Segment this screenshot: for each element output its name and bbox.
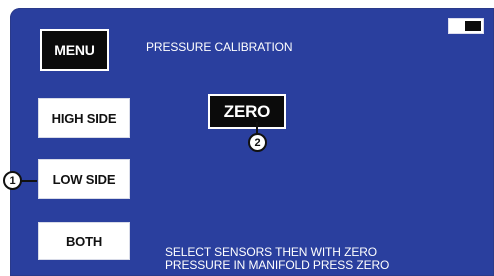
- instructions-line-2: PRESSURE IN MANIFOLD PRESS ZERO: [165, 258, 390, 272]
- menu-button[interactable]: MENU: [40, 29, 109, 71]
- high-side-button[interactable]: HIGH SIDE: [38, 98, 130, 138]
- callout-2-marker: 2: [248, 133, 267, 152]
- page-title: PRESSURE CALIBRATION: [146, 40, 293, 54]
- callout-1-leader: [21, 180, 37, 182]
- instructions-text: SELECT SENSORS THEN WITH ZERO PRESSURE I…: [165, 246, 389, 272]
- device-frame: MENU PRESSURE CALIBRATION HIGH SIDE ZERO…: [0, 0, 494, 276]
- callout-1-marker: 1: [3, 171, 22, 190]
- both-button[interactable]: BOTH: [38, 222, 130, 260]
- battery-icon: [448, 18, 484, 34]
- low-side-button[interactable]: LOW SIDE: [38, 159, 130, 199]
- zero-button[interactable]: ZERO: [208, 94, 286, 129]
- battery-level: [465, 21, 481, 31]
